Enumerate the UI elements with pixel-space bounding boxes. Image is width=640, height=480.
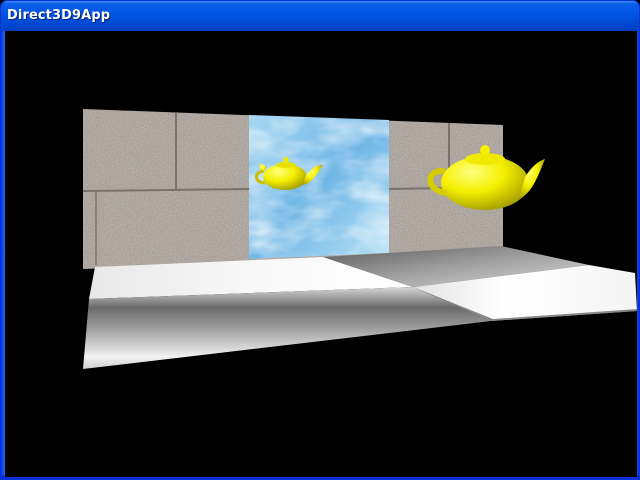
render-viewport[interactable] [5, 31, 637, 477]
marble-floor [83, 246, 637, 369]
title-bar[interactable]: Direct3D9App [1, 1, 639, 31]
window-title: Direct3D9App [7, 8, 111, 23]
scene-canvas [82, 109, 637, 369]
app-window: Direct3D9App [0, 0, 640, 480]
water-mirror-panel [249, 115, 389, 259]
